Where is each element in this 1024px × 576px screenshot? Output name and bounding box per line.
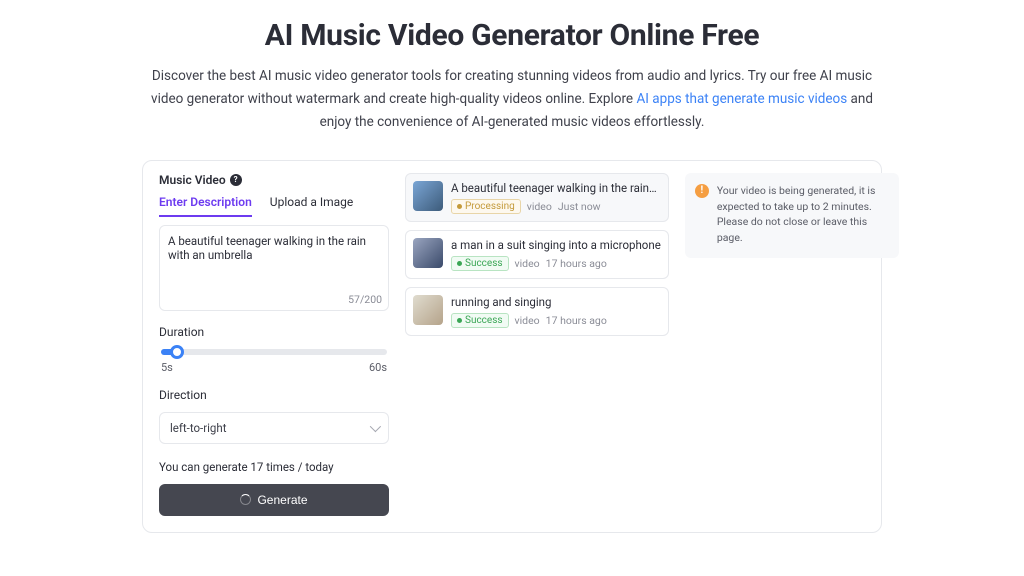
job-type: video (527, 200, 552, 213)
notice-text: Your video is being generated, it is exp… (717, 183, 889, 246)
status-badge: Processing (451, 199, 521, 214)
generation-notice: ! Your video is being generated, it is e… (685, 173, 899, 258)
tab-upload-image[interactable]: Upload a Image (270, 195, 353, 217)
job-card[interactable]: running and singing Success video 17 hours … (405, 287, 669, 336)
help-icon[interactable]: ? (230, 174, 242, 186)
char-count: 57/200 (348, 293, 382, 306)
job-card[interactable]: A beautiful teenager walking in the rain… (405, 173, 669, 222)
job-thumbnail (413, 238, 443, 268)
direction-select[interactable]: left-to-right (159, 412, 389, 444)
generate-button[interactable]: Generate (159, 484, 389, 516)
chevron-down-icon (370, 421, 381, 432)
duration-max: 60s (369, 361, 387, 374)
job-title: a man in a suit singing into a microphon… (451, 238, 661, 252)
status-badge: Success (451, 313, 509, 328)
duration-min: 5s (161, 361, 173, 374)
warning-icon: ! (695, 184, 709, 198)
remaining-generations: You can generate 17 times / today (159, 460, 389, 474)
direction-value: left-to-right (170, 421, 226, 435)
job-time: 17 hours ago (546, 257, 607, 270)
page-title: AI Music Video Generator Online Free (60, 18, 964, 53)
section-label-music-video: Music Video (159, 173, 226, 187)
slider-thumb[interactable] (170, 345, 184, 359)
job-thumbnail (413, 181, 443, 211)
tab-enter-description[interactable]: Enter Description (159, 195, 252, 217)
job-thumbnail (413, 295, 443, 325)
job-card[interactable]: a man in a suit singing into a microphon… (405, 230, 669, 279)
job-type: video (515, 257, 540, 270)
job-time: 17 hours ago (546, 314, 607, 327)
status-badge: Success (451, 256, 509, 271)
job-title: A beautiful teenager walking in the rain… (451, 181, 661, 195)
duration-slider[interactable] (161, 349, 387, 355)
duration-label: Duration (159, 325, 389, 339)
job-type: video (515, 314, 540, 327)
job-title: running and singing (451, 295, 661, 309)
job-time: Just now (558, 200, 601, 213)
direction-label: Direction (159, 388, 389, 402)
page-subtitle: Discover the best AI music video generat… (147, 65, 877, 134)
loading-icon (240, 494, 251, 505)
link-ai-apps[interactable]: AI apps that generate music videos (636, 91, 847, 107)
generator-panel: Music Video ? Enter Description Upload a… (142, 160, 882, 533)
